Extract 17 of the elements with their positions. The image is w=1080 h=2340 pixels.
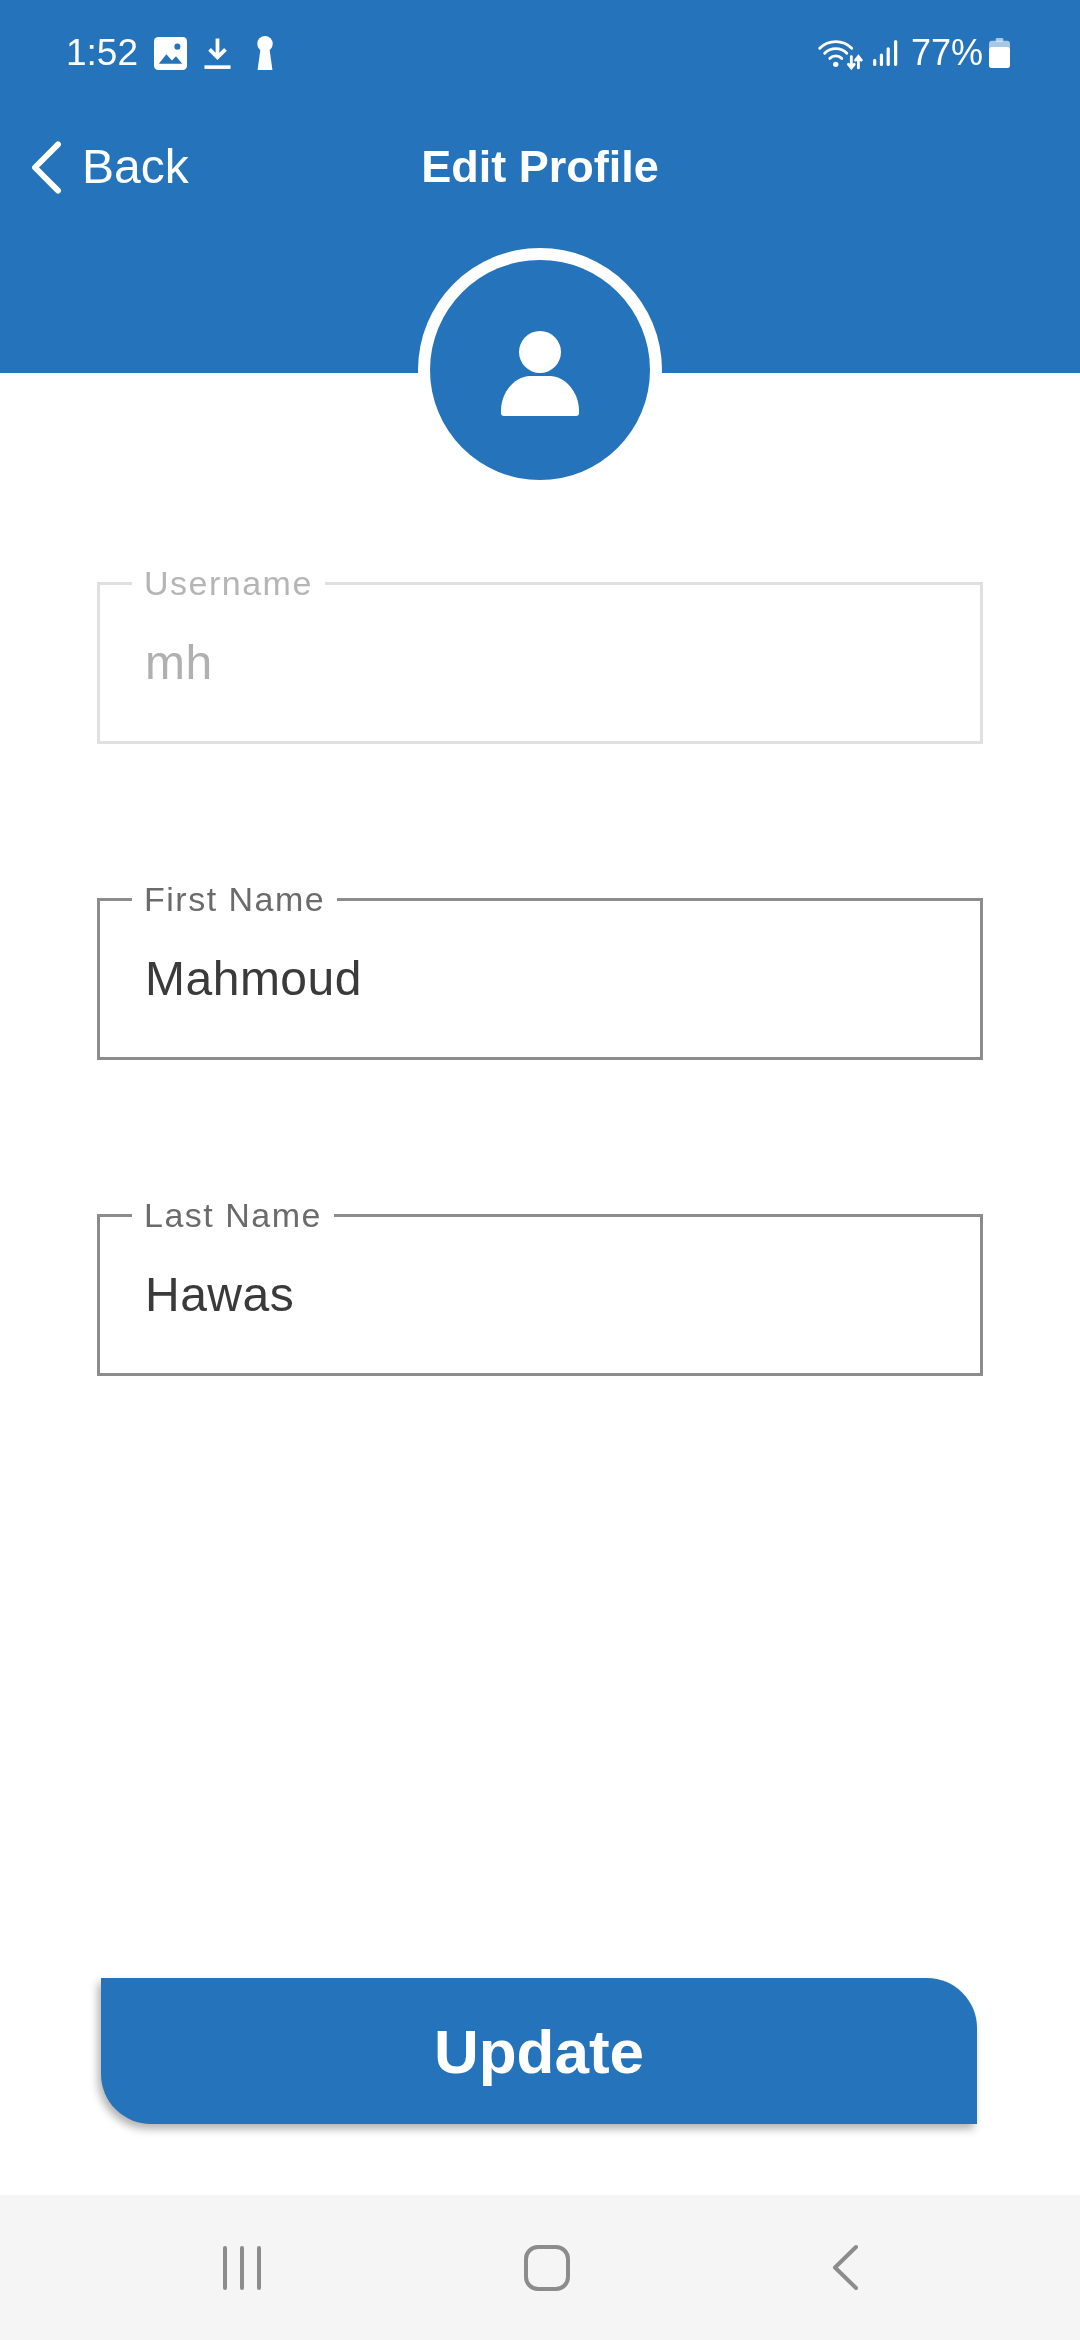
battery-percent: 77% (910, 32, 983, 74)
status-time: 1:52 (66, 32, 138, 74)
back-icon[interactable] (831, 2244, 859, 2291)
home-icon[interactable] (523, 2244, 570, 2291)
field-label: Last Name (143, 1195, 323, 1235)
keyhole-icon (254, 36, 276, 70)
download-icon (203, 37, 232, 69)
battery-icon (989, 38, 1010, 68)
chevron-left-icon (30, 138, 63, 196)
field-label: First Name (143, 879, 327, 919)
recent-apps-icon[interactable] (221, 2244, 262, 2291)
field-label: Username (143, 563, 314, 603)
signal-icon (871, 39, 899, 67)
screen-title: Edit Profile (421, 141, 659, 193)
image-icon (154, 36, 187, 70)
back-button[interactable]: Back (30, 138, 189, 196)
update-button[interactable]: Update (101, 1978, 977, 2124)
